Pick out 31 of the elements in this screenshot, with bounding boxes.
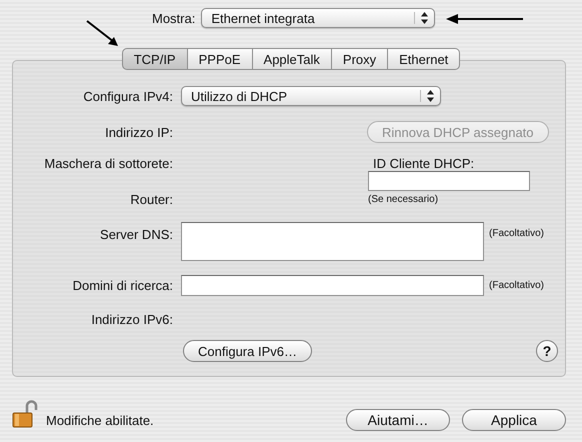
input-field[interactable] [181, 222, 484, 261]
tab[interactable]: PPPoE [188, 48, 253, 70]
hint-text: (Facoltativo) [489, 280, 544, 291]
dialog-button[interactable]: Aiutami… [346, 409, 450, 431]
padlock-icon[interactable] [12, 400, 38, 428]
field-label: Server DNS: [99, 226, 173, 242]
field-label: Maschera di sottorete: [44, 156, 173, 171]
dialog-button[interactable]: Applica [462, 409, 566, 431]
field-label: Indirizzo IPv6: [90, 312, 173, 326]
field-label: ID Cliente DHCP: [372, 156, 474, 171]
hint-text: (Facoltativo) [489, 228, 544, 239]
tab[interactable]: Ethernet [388, 48, 460, 70]
network-popup[interactable]: Ethernet integrata [201, 8, 436, 28]
input-field[interactable] [181, 275, 484, 296]
input-field[interactable] [368, 171, 530, 191]
hint-text: (Se necessario) [368, 194, 438, 205]
field-label: Router: [130, 192, 173, 207]
up-down-arrows-icon [420, 90, 434, 102]
tab[interactable]: TCP/IP [122, 48, 188, 70]
field-label: Configura IPv4: [82, 88, 173, 104]
ipv4-popup[interactable]: Utilizzo di DHCP [181, 86, 441, 106]
help-button[interactable]: ? [536, 340, 558, 362]
show-label: Mostra: [152, 10, 196, 26]
tab[interactable]: Proxy [332, 48, 388, 70]
up-down-arrows-icon [414, 12, 428, 24]
field-label: Indirizzo IP: [104, 124, 173, 140]
field-label: Domini di ricerca: [72, 278, 173, 293]
lock-status-text: Modifiche abilitate. [46, 412, 154, 428]
annotation-arrow [86, 20, 120, 48]
tab[interactable]: AppleTalk [252, 48, 332, 70]
configure-ipv6-button[interactable]: Configura IPv6… [183, 340, 312, 362]
